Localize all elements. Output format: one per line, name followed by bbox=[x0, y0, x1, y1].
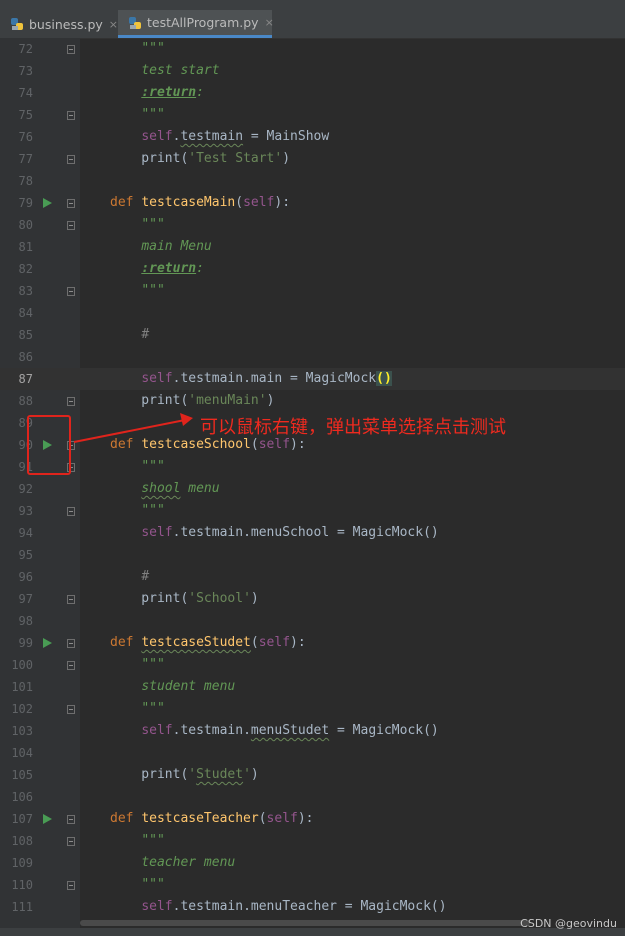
annotation-arrow bbox=[73, 413, 193, 443]
watermark: CSDN @geovindu bbox=[520, 917, 617, 930]
scrollbar-thumb[interactable] bbox=[80, 920, 530, 926]
annotation-text: 可以鼠标右键，弹出菜单选择点击测试 bbox=[200, 417, 506, 438]
